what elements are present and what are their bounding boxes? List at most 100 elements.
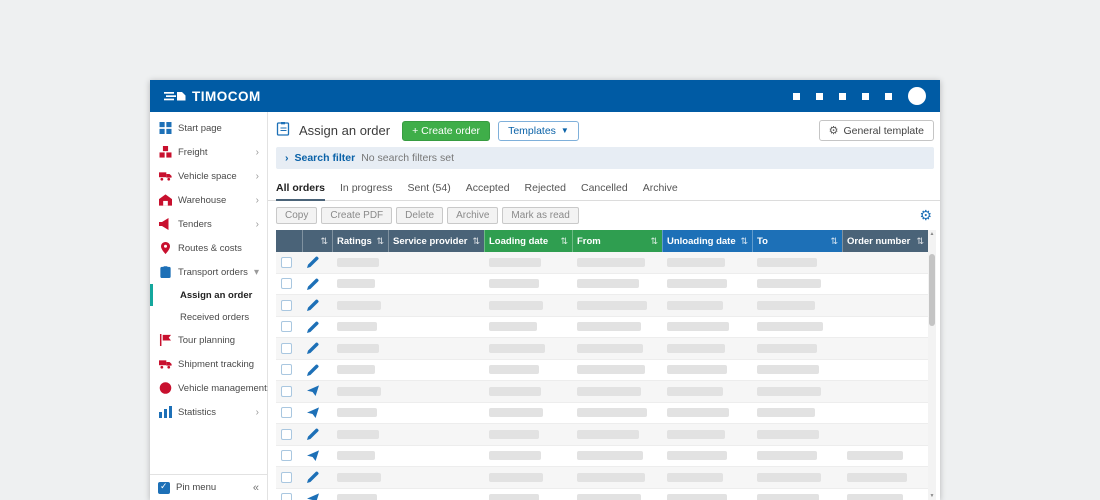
tab-rejected[interactable]: Rejected <box>525 182 566 200</box>
vertical-scrollbar[interactable]: ▲ ▼ <box>928 230 936 500</box>
column-header-from[interactable]: From⇅ <box>572 230 662 252</box>
sort-icon[interactable]: ⇅ <box>472 236 480 247</box>
column-header-type[interactable]: ⇅ <box>302 230 332 252</box>
sent-icon[interactable] <box>307 385 319 397</box>
column-header-loading_date[interactable]: Loading date⇅ <box>484 230 572 252</box>
edit-pencil-icon[interactable] <box>307 364 319 376</box>
tab-cancelled[interactable]: Cancelled <box>581 182 628 200</box>
cell-to <box>752 274 842 295</box>
topbar-app-icon[interactable] <box>862 93 869 100</box>
copy-button[interactable]: Copy <box>276 207 317 224</box>
general-template-button[interactable]: ⚙ General template <box>819 120 934 141</box>
tab-accepted[interactable]: Accepted <box>466 182 510 200</box>
row-checkbox[interactable] <box>281 300 292 311</box>
sent-icon[interactable] <box>307 450 319 462</box>
tab-sent-54[interactable]: Sent (54) <box>408 182 451 200</box>
table-row[interactable] <box>276 424 928 446</box>
create-pdf-button[interactable]: Create PDF <box>321 207 392 224</box>
table-row[interactable] <box>276 274 928 296</box>
sort-icon[interactable]: ⇅ <box>740 236 748 247</box>
table-settings-gear-icon[interactable]: ⚙ <box>919 207 932 224</box>
sent-icon[interactable] <box>307 493 319 500</box>
column-header-service_provider[interactable]: Service provider⇅ <box>388 230 484 252</box>
table-row[interactable] <box>276 360 928 382</box>
expand-filter-icon[interactable]: › <box>285 152 289 164</box>
table-row[interactable] <box>276 381 928 403</box>
row-checkbox[interactable] <box>281 278 292 289</box>
sidebar-item-received-orders[interactable]: Received orders <box>150 306 267 328</box>
scroll-down-icon[interactable]: ▼ <box>928 493 936 499</box>
cell-ratings <box>332 317 388 338</box>
column-header-order_number[interactable]: Order number⇅ <box>842 230 928 252</box>
sidebar-item-label: Vehicle space <box>178 171 237 182</box>
sent-icon[interactable] <box>307 407 319 419</box>
sidebar-item-routes-costs[interactable]: Routes & costs <box>150 236 267 260</box>
sidebar-item-shipment-tracking[interactable]: Shipment tracking <box>150 352 267 376</box>
column-header-ratings[interactable]: Ratings⇅ <box>332 230 388 252</box>
edit-pencil-icon[interactable] <box>307 342 319 354</box>
edit-pencil-icon[interactable] <box>307 428 319 440</box>
edit-pencil-icon[interactable] <box>307 278 319 290</box>
row-checkbox[interactable] <box>281 450 292 461</box>
pin-menu[interactable]: Pin menu « <box>150 474 267 500</box>
row-checkbox[interactable] <box>281 493 292 500</box>
row-checkbox[interactable] <box>281 321 292 332</box>
delete-button[interactable]: Delete <box>396 207 443 224</box>
sort-icon[interactable]: ⇅ <box>916 236 924 247</box>
topbar-app-icon[interactable] <box>816 93 823 100</box>
sort-icon[interactable]: ⇅ <box>320 236 328 247</box>
table-row[interactable] <box>276 467 928 489</box>
tab-all-orders[interactable]: All orders <box>276 182 325 201</box>
edit-pencil-icon[interactable] <box>307 256 319 268</box>
column-header-to[interactable]: To⇅ <box>752 230 842 252</box>
table-row[interactable] <box>276 489 928 500</box>
topbar-menu <box>793 87 926 105</box>
templates-button[interactable]: Templates ▼ <box>498 121 579 141</box>
row-checkbox[interactable] <box>281 257 292 268</box>
sidebar-item-statistics[interactable]: Statistics› <box>150 400 267 424</box>
table-row[interactable] <box>276 295 928 317</box>
sort-icon[interactable]: ⇅ <box>376 236 384 247</box>
sidebar-item-warehouse[interactable]: Warehouse› <box>150 188 267 212</box>
sidebar-item-tenders[interactable]: Tenders› <box>150 212 267 236</box>
tab-archive[interactable]: Archive <box>643 182 678 200</box>
table-row[interactable] <box>276 403 928 425</box>
table-row[interactable] <box>276 338 928 360</box>
row-checkbox[interactable] <box>281 343 292 354</box>
topbar-app-icon[interactable] <box>793 93 800 100</box>
sort-icon[interactable]: ⇅ <box>560 236 568 247</box>
user-avatar[interactable] <box>908 87 926 105</box>
create-order-button[interactable]: + Create order <box>402 121 490 141</box>
sidebar-item-vehicle-management[interactable]: Vehicle management› <box>150 376 267 400</box>
column-header-unloading_date[interactable]: Unloading date⇅ <box>662 230 752 252</box>
tab-in-progress[interactable]: In progress <box>340 182 393 200</box>
sort-icon[interactable]: ⇅ <box>830 236 838 247</box>
row-checkbox[interactable] <box>281 429 292 440</box>
table-row[interactable] <box>276 252 928 274</box>
table-row[interactable] <box>276 317 928 339</box>
sidebar-item-assign-an-order[interactable]: Assign an order <box>150 284 267 306</box>
topbar-app-icon[interactable] <box>839 93 846 100</box>
topbar-app-icon[interactable] <box>885 93 892 100</box>
sidebar-item-freight[interactable]: Freight› <box>150 140 267 164</box>
sidebar-item-tour-planning[interactable]: Tour planning <box>150 328 267 352</box>
sidebar-item-vehicle-space[interactable]: Vehicle space› <box>150 164 267 188</box>
sidebar-item-transport-orders[interactable]: Transport orders▾ <box>150 260 267 284</box>
search-filter-bar[interactable]: › Search filter No search filters set <box>276 147 934 169</box>
scroll-up-icon[interactable]: ▲ <box>928 231 936 237</box>
row-checkbox[interactable] <box>281 386 292 397</box>
sort-icon[interactable]: ⇅ <box>650 236 658 247</box>
row-checkbox[interactable] <box>281 472 292 483</box>
scrollbar-thumb[interactable] <box>929 254 935 326</box>
table-row[interactable] <box>276 446 928 468</box>
row-checkbox[interactable] <box>281 364 292 375</box>
edit-pencil-icon[interactable] <box>307 471 319 483</box>
collapse-sidebar-icon[interactable]: « <box>253 482 259 494</box>
edit-pencil-icon[interactable] <box>307 299 319 311</box>
edit-pencil-icon[interactable] <box>307 321 319 333</box>
archive-button[interactable]: Archive <box>447 207 498 224</box>
mark-as-read-button[interactable]: Mark as read <box>502 207 578 224</box>
sidebar-item-start-page[interactable]: Start page <box>150 116 267 140</box>
pin-menu-checkbox[interactable] <box>158 482 170 494</box>
row-checkbox[interactable] <box>281 407 292 418</box>
